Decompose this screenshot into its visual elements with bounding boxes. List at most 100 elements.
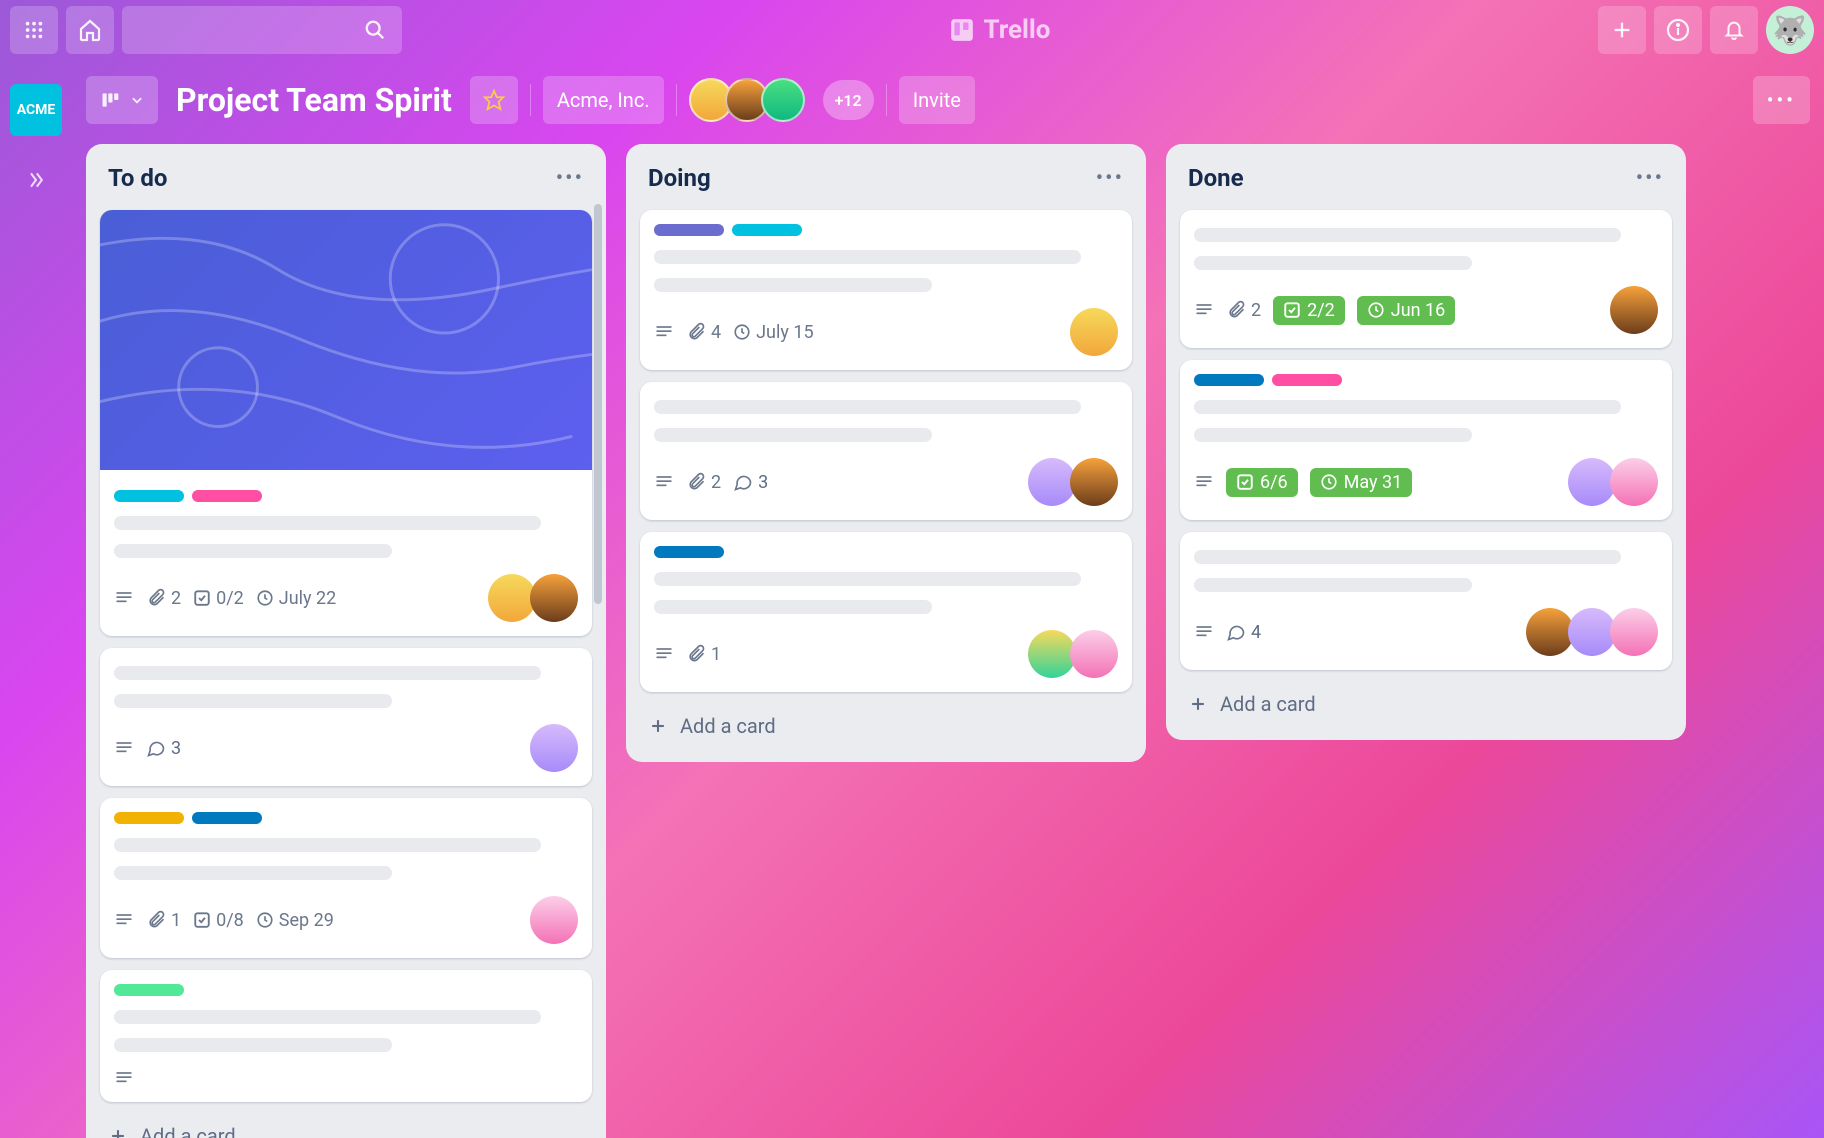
card[interactable]: 3 xyxy=(100,648,592,786)
card[interactable]: 20/2July 22 xyxy=(100,210,592,636)
card[interactable]: 4July 15 xyxy=(640,210,1132,370)
comments-badge: 3 xyxy=(733,472,768,493)
card-members[interactable] xyxy=(1034,458,1118,506)
description-icon xyxy=(114,910,134,930)
comments-badge: 3 xyxy=(146,738,181,759)
comments-badge: 4 xyxy=(1226,622,1261,643)
star-board-icon[interactable] xyxy=(470,76,518,124)
list-title[interactable]: To do xyxy=(108,164,167,192)
list-title[interactable]: Doing xyxy=(648,164,711,192)
member-avatar[interactable] xyxy=(1610,458,1658,506)
user-avatar[interactable]: 🐺 xyxy=(1766,6,1814,54)
add-card-button[interactable]: Add a card xyxy=(100,1114,592,1138)
card[interactable] xyxy=(100,970,592,1102)
expand-sidebar-icon[interactable] xyxy=(16,160,56,200)
label-pink xyxy=(1272,374,1342,386)
card-text-placeholder xyxy=(114,838,541,852)
card-text-placeholder xyxy=(114,666,541,680)
separator xyxy=(676,84,677,116)
add-card-button[interactable]: Add a card xyxy=(1180,682,1672,726)
checklist-badge: 2/2 xyxy=(1273,296,1345,325)
member-avatar[interactable] xyxy=(1070,630,1118,678)
board-view-switcher[interactable] xyxy=(86,76,158,124)
label-yellow xyxy=(114,812,184,824)
member-avatar[interactable] xyxy=(1070,308,1118,356)
list: To do ••• 20/2July 22 3 10/8Sep 29 Add a card xyxy=(86,144,606,1138)
home-icon[interactable] xyxy=(66,6,114,54)
list: Done•••22/2Jun 166/6May 314Add a card xyxy=(1166,144,1686,740)
list-menu-icon[interactable]: ••• xyxy=(1096,166,1124,191)
list-menu-icon[interactable]: ••• xyxy=(556,166,584,191)
card-members[interactable] xyxy=(1532,608,1658,656)
list-title[interactable]: Done xyxy=(1188,164,1244,192)
member-overflow-badge[interactable]: +12 xyxy=(823,80,874,120)
card-labels xyxy=(114,984,578,996)
due-date-badge: July 22 xyxy=(256,588,336,609)
member-avatar[interactable] xyxy=(1610,608,1658,656)
search-input[interactable] xyxy=(122,6,402,54)
label-blue xyxy=(654,546,724,558)
card-labels xyxy=(114,490,578,502)
card-text-placeholder xyxy=(1194,400,1621,414)
invite-button[interactable]: Invite xyxy=(899,76,975,124)
due-date-badge: July 15 xyxy=(733,322,813,343)
card[interactable]: 4 xyxy=(1180,532,1672,670)
team-name-button[interactable]: Acme, Inc. xyxy=(543,76,664,124)
member-avatar[interactable] xyxy=(488,574,536,622)
card[interactable]: 22/2Jun 16 xyxy=(1180,210,1672,348)
card-labels xyxy=(1194,374,1658,386)
list-menu-icon[interactable]: ••• xyxy=(1636,166,1664,191)
add-card-button[interactable]: Add a card xyxy=(640,704,1132,748)
attachments-badge: 1 xyxy=(146,910,181,931)
member-avatar[interactable] xyxy=(1568,458,1616,506)
apps-menu-icon[interactable] xyxy=(10,6,58,54)
label-blue xyxy=(192,812,262,824)
label-cyan xyxy=(732,224,802,236)
member-avatar[interactable] xyxy=(1526,608,1574,656)
member-avatar[interactable] xyxy=(530,574,578,622)
card[interactable]: 10/8Sep 29 xyxy=(100,798,592,958)
member-avatar[interactable] xyxy=(530,724,578,772)
card-text-placeholder xyxy=(1194,228,1621,242)
description-icon xyxy=(654,322,674,342)
notifications-icon[interactable] xyxy=(1710,6,1758,54)
card-members[interactable] xyxy=(1076,308,1118,356)
card-text-placeholder xyxy=(654,400,1081,414)
card-members[interactable] xyxy=(1574,458,1658,506)
card[interactable]: 23 xyxy=(640,382,1132,520)
list: Doing•••4July 15231Add a card xyxy=(626,144,1146,762)
board-menu-icon[interactable]: ••• xyxy=(1753,76,1810,124)
member-avatar[interactable] xyxy=(1568,608,1616,656)
card-text-placeholder xyxy=(654,278,932,292)
card-members[interactable] xyxy=(494,574,578,622)
brand-logo: Trello xyxy=(410,15,1590,45)
board-title[interactable]: Project Team Spirit xyxy=(170,81,458,119)
card-labels xyxy=(114,812,578,824)
card-text-placeholder xyxy=(114,1010,541,1024)
card-cover xyxy=(100,210,592,470)
card-labels xyxy=(654,224,1118,236)
scrollbar-thumb[interactable] xyxy=(594,204,602,604)
workspace-badge[interactable]: ACME xyxy=(10,84,62,136)
board-members[interactable] xyxy=(689,78,805,122)
card-members[interactable] xyxy=(536,724,578,772)
member-avatar[interactable] xyxy=(1070,458,1118,506)
attachments-badge: 2 xyxy=(1226,300,1261,321)
card-text-placeholder xyxy=(654,600,932,614)
member-avatar[interactable] xyxy=(1028,458,1076,506)
card-text-placeholder xyxy=(1194,550,1621,564)
member-avatar[interactable] xyxy=(530,896,578,944)
card-members[interactable] xyxy=(1034,630,1118,678)
label-cyan xyxy=(114,490,184,502)
card[interactable]: 1 xyxy=(640,532,1132,692)
card-members[interactable] xyxy=(1616,286,1658,334)
member-avatar[interactable] xyxy=(1028,630,1076,678)
info-icon[interactable] xyxy=(1654,6,1702,54)
member-avatar[interactable] xyxy=(1610,286,1658,334)
checklist-badge: 6/6 xyxy=(1226,468,1298,497)
attachments-badge: 2 xyxy=(686,472,721,493)
card-text-placeholder xyxy=(114,516,541,530)
create-icon[interactable] xyxy=(1598,6,1646,54)
card-members[interactable] xyxy=(536,896,578,944)
card[interactable]: 6/6May 31 xyxy=(1180,360,1672,520)
